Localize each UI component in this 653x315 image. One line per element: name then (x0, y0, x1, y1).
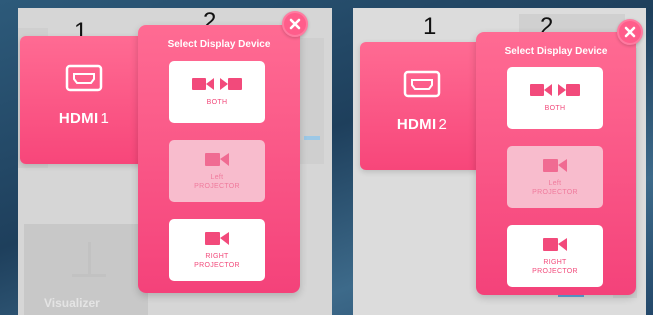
hdmi-label-text: HDMI (396, 116, 437, 133)
dual-camera-icon (530, 82, 580, 98)
camera-icon (543, 236, 567, 252)
hdmi-label-number: 1 (100, 110, 110, 127)
dual-camera-icon (192, 76, 242, 92)
hdmi-port-icon (65, 64, 103, 92)
right-screenshot-panel: 1 2 HDMI 2 Select Display Device BOTH Lef… (353, 8, 646, 315)
hdmi-label-text: HDMI (58, 110, 99, 127)
both-button-label: BOTH (206, 99, 228, 107)
close-icon (289, 18, 301, 30)
select-display-device-popup: Select Display Device BOTH Left PROJECTO… (138, 25, 300, 293)
hdmi-source-tile[interactable]: HDMI 1 (20, 36, 148, 164)
hdmi-tile-label: HDMI 1 (59, 110, 109, 127)
right-projector-button[interactable]: RIGHT PROJECTOR (169, 219, 265, 281)
left-projector-label: Left PROJECTOR (532, 179, 578, 196)
right-projector-label: RIGHT PROJECTOR (532, 258, 578, 275)
visualizer-icon-base (72, 274, 106, 277)
both-button-label: BOTH (544, 105, 566, 113)
popup-title: Select Display Device (167, 39, 271, 50)
background-stand (304, 136, 320, 140)
step-number-1: 1 (423, 13, 437, 40)
close-button[interactable] (617, 19, 643, 45)
left-projector-button[interactable]: Left PROJECTOR (507, 146, 603, 208)
right-projector-button[interactable]: RIGHT PROJECTOR (507, 225, 603, 287)
hdmi-tile-label: HDMI 2 (397, 116, 447, 133)
hdmi-label-number: 2 (438, 116, 448, 133)
hdmi-source-tile[interactable]: HDMI 2 (360, 42, 484, 170)
camera-icon (205, 151, 229, 167)
close-icon (624, 26, 636, 38)
right-projector-label: RIGHT PROJECTOR (194, 252, 240, 269)
both-button[interactable]: BOTH (169, 61, 265, 123)
camera-icon (543, 157, 567, 173)
select-display-device-popup: Select Display Device BOTH Left PROJECTO… (476, 32, 636, 295)
visualizer-label: Visualizer (44, 296, 100, 310)
hdmi-port-icon (403, 70, 441, 98)
left-projector-button[interactable]: Left PROJECTOR (169, 140, 265, 202)
visualizer-icon (88, 242, 91, 274)
left-projector-label: Left PROJECTOR (194, 173, 240, 190)
both-button[interactable]: BOTH (507, 67, 603, 129)
left-screenshot-panel: Visualizer 1 2 HDMI 1 Select Display Devi… (18, 8, 332, 315)
close-button[interactable] (282, 11, 308, 37)
visualizer-tile[interactable]: Visualizer (24, 224, 148, 315)
camera-icon (205, 230, 229, 246)
popup-title: Select Display Device (504, 46, 608, 57)
